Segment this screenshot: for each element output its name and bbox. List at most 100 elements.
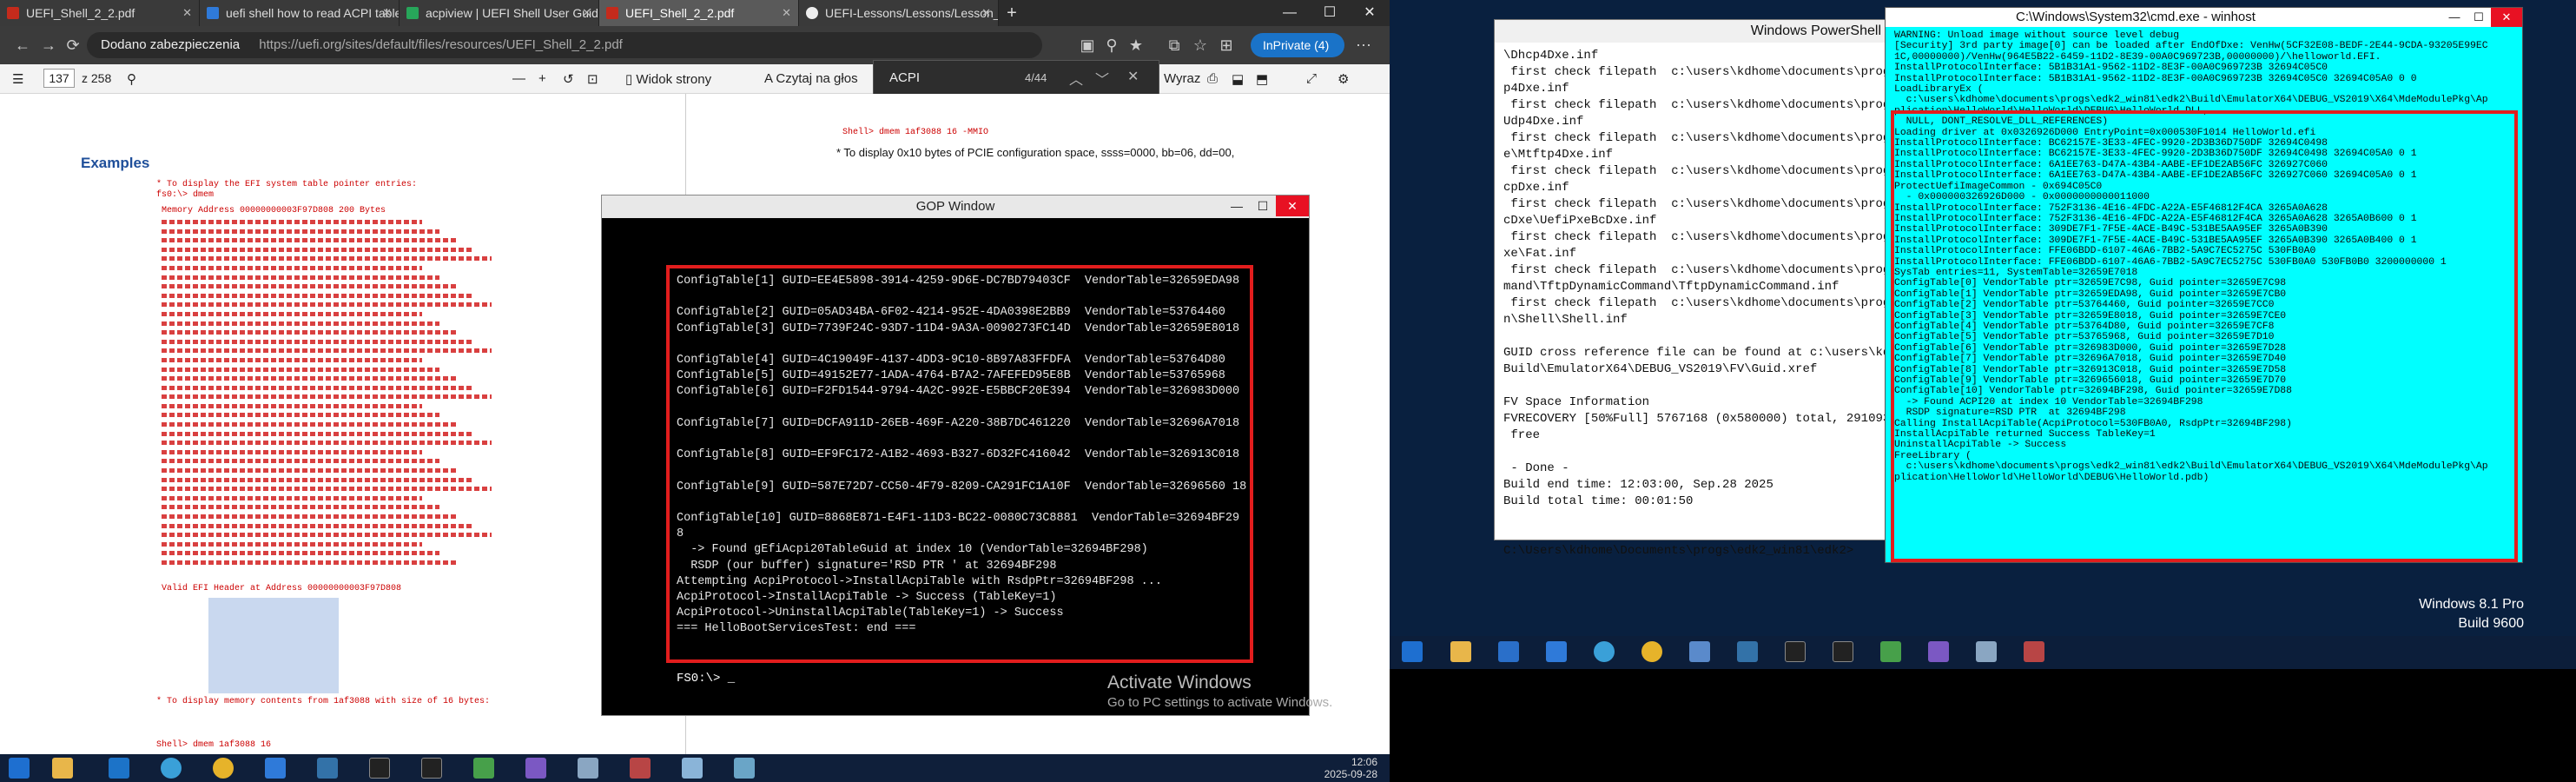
tab-acpiview[interactable]: acpiview | UEFI Shell User Guide ✕ xyxy=(400,0,599,26)
terminal-icon[interactable] xyxy=(1833,641,1853,662)
zoom-in-icon[interactable]: + xyxy=(538,71,546,86)
extensions-icon[interactable]: ⧉ xyxy=(1164,35,1185,56)
close-tab-icon[interactable]: ✕ xyxy=(582,0,591,26)
refresh-icon[interactable]: ⟳ xyxy=(63,35,83,56)
back-icon[interactable]: ← xyxy=(12,35,33,56)
close-icon[interactable]: ✕ xyxy=(2491,8,2522,27)
page-view-button[interactable]: ▯ Widok strony xyxy=(625,71,711,87)
inprivate-badge[interactable]: InPrivate (4) xyxy=(1251,33,1344,57)
edge-icon[interactable] xyxy=(1594,641,1615,662)
terminal-icon[interactable] xyxy=(369,758,390,779)
favorites-icon[interactable]: ☆ xyxy=(1190,35,1211,56)
address-bar[interactable]: Dodano zabezpieczenia https://uefi.org/s… xyxy=(87,32,1042,58)
save-icon[interactable]: ⬓ xyxy=(1232,71,1244,87)
notepad-icon[interactable] xyxy=(1880,641,1901,662)
cmd-title-bar[interactable]: C:\Windows\System32\cmd.exe - winhost — ☐… xyxy=(1886,8,2522,27)
gop-window-icon[interactable] xyxy=(734,758,755,779)
cmd-window[interactable]: C:\Windows\System32\cmd.exe - winhost — ☐… xyxy=(1885,7,2523,563)
console-line: ConfigTable[3] GUID=7739F24C-93D7-11D4-9… xyxy=(677,321,1240,335)
fullscreen-icon[interactable]: ⤢ xyxy=(1306,71,1317,86)
tab-github[interactable]: UEFI-Lessons/Lessons/Lesson_37 ✕ xyxy=(799,0,999,26)
powershell-title-bar[interactable]: Windows PowerShell xyxy=(1495,20,1888,43)
minimize-icon[interactable]: — xyxy=(1270,0,1310,26)
more-icon[interactable]: ⋯ xyxy=(1353,35,1374,56)
collections-icon[interactable]: ⊞ xyxy=(1216,35,1237,56)
tab-search[interactable]: uefi shell how to read ACPI table ✕ xyxy=(200,0,400,26)
app-icon[interactable] xyxy=(2024,641,2044,662)
new-tab-button[interactable]: + xyxy=(999,0,1025,26)
clock[interactable]: 12:06 2025-09-28 xyxy=(1324,756,1377,780)
page-number-input[interactable]: 137 xyxy=(43,69,75,88)
tab-pdf-active[interactable]: UEFI_Shell_2_2.pdf ✕ xyxy=(599,0,799,26)
find-next-icon[interactable]: ﹀ xyxy=(1095,68,1109,89)
maximize-icon[interactable]: ☐ xyxy=(1250,196,1276,216)
start-icon[interactable] xyxy=(9,758,30,779)
file-explorer-icon[interactable] xyxy=(52,758,73,779)
edge-icon[interactable] xyxy=(161,758,182,779)
rotate-icon[interactable]: ↺ xyxy=(563,71,574,87)
chrome-icon[interactable] xyxy=(213,758,234,779)
security-indicator[interactable]: Dodano zabezpieczenia xyxy=(101,37,240,52)
close-tab-icon[interactable]: ✕ xyxy=(782,0,791,26)
app-icon[interactable] xyxy=(1976,641,1997,662)
close-tab-icon[interactable]: ✕ xyxy=(182,0,192,26)
console-line: 8 xyxy=(677,527,684,541)
find-close-icon[interactable]: ✕ xyxy=(1127,68,1139,85)
contents-icon[interactable]: ☰ xyxy=(12,71,23,87)
app-icon[interactable] xyxy=(109,758,129,779)
print-icon[interactable]: ⎙ xyxy=(1207,71,1218,86)
terminal-icon[interactable] xyxy=(1785,641,1806,662)
app-icon[interactable] xyxy=(265,758,286,779)
dump-row-placeholder xyxy=(162,494,570,503)
file-explorer-icon[interactable] xyxy=(1450,641,1471,662)
clear-button[interactable]: Wyraz xyxy=(1164,71,1200,86)
python-icon[interactable] xyxy=(1737,641,1758,662)
find-previous-icon[interactable]: ︿ xyxy=(1069,68,1083,89)
favorite-star-icon[interactable]: ★ xyxy=(1126,35,1146,56)
app-icon[interactable] xyxy=(1498,641,1519,662)
settings-gear-icon[interactable]: ⚙ xyxy=(1338,71,1349,87)
app-icon[interactable] xyxy=(578,758,598,779)
zoom-out-icon[interactable]: — xyxy=(512,71,525,86)
url-text[interactable]: https://uefi.org/sites/default/files/res… xyxy=(259,37,623,52)
close-icon[interactable]: ✕ xyxy=(1350,0,1390,26)
gop-title-bar[interactable]: GOP Window — ☐ ✕ xyxy=(602,196,1309,218)
forward-icon[interactable]: → xyxy=(38,35,59,56)
minimize-icon[interactable]: — xyxy=(2442,8,2467,27)
app-icon[interactable] xyxy=(1546,641,1567,662)
close-tab-icon[interactable]: ✕ xyxy=(981,0,991,26)
zoom-icon[interactable]: ⚲ xyxy=(1101,35,1122,56)
console-line: first check filepath c:\users\kdhome\doc… xyxy=(1503,197,1906,211)
search-icon[interactable]: ⚲ xyxy=(127,71,136,87)
terminal-icon[interactable] xyxy=(421,758,442,779)
gop-shell-prompt[interactable]: FS0:\> _ xyxy=(677,672,735,686)
powershell-window[interactable]: Windows PowerShell \Dhcp4Dxe.inf first c… xyxy=(1494,19,1905,558)
chrome-icon[interactable] xyxy=(1641,641,1662,662)
read-aloud-button[interactable]: A Czytaj na głos xyxy=(764,71,858,86)
visual-studio-icon[interactable] xyxy=(1928,641,1949,662)
maximize-icon[interactable]: ☐ xyxy=(1310,0,1350,26)
find-input[interactable]: ACPI xyxy=(889,70,920,85)
right-monitor-bottom xyxy=(1390,669,2576,782)
tab-pdf-1[interactable]: UEFI_Shell_2_2.pdf ✕ xyxy=(0,0,200,26)
close-icon[interactable]: ✕ xyxy=(1276,196,1309,216)
fit-page-icon[interactable]: ⊡ xyxy=(587,71,598,87)
start-icon[interactable] xyxy=(1402,641,1423,662)
python-icon[interactable] xyxy=(317,758,338,779)
dump-row-placeholder xyxy=(162,227,570,236)
app-icon[interactable] xyxy=(1689,641,1710,662)
visual-studio-icon[interactable] xyxy=(525,758,546,779)
maximize-icon[interactable]: ☐ xyxy=(2467,8,2491,27)
minimize-icon[interactable]: — xyxy=(1224,196,1250,216)
memory-header: Memory Address 00000000003F97D808 200 By… xyxy=(162,206,386,215)
app-icon[interactable] xyxy=(630,758,651,779)
gop-window[interactable]: GOP Window — ☐ ✕ ConfigTable[1] GUID=EE4E5… xyxy=(601,195,1310,716)
console-line: ConfigTable[9] GUID=587E72D7-CC50-4F79-8… xyxy=(677,480,1247,494)
app-icon[interactable] xyxy=(682,758,703,779)
save-as-icon[interactable]: ⬒ xyxy=(1256,71,1268,87)
notepad-icon[interactable] xyxy=(473,758,494,779)
read-aloud-icon[interactable]: ▣ xyxy=(1077,35,1098,56)
close-tab-icon[interactable]: ✕ xyxy=(382,0,392,26)
